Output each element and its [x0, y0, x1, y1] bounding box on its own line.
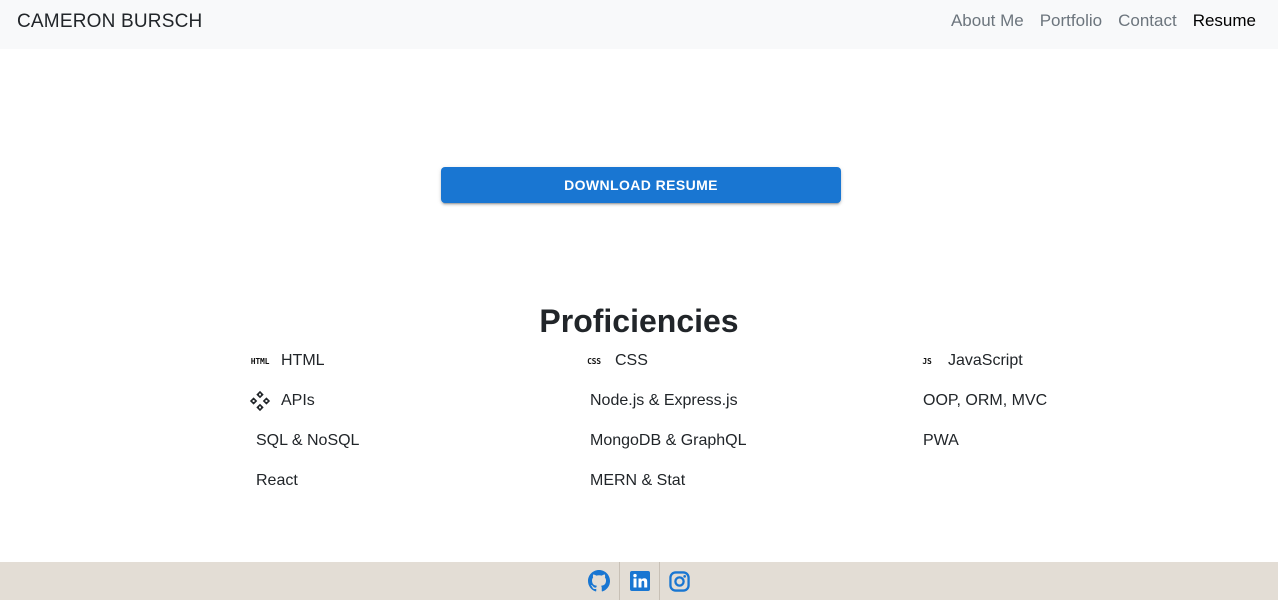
proficiency-item-apis: APIs — [248, 388, 582, 414]
api-icon — [248, 389, 272, 413]
proficiency-label: SQL & NoSQL — [256, 432, 360, 449]
proficiency-item-oop-orm-mvc: OOP, ORM, MVC — [915, 388, 1088, 414]
proficiency-item-node-express: Node.js & Express.js — [582, 388, 915, 414]
nav-about-me[interactable]: About Me — [951, 11, 1024, 31]
proficiency-item-css: CSS CSS — [582, 348, 915, 374]
proficiencies-title: Proficiencies — [539, 303, 739, 339]
proficiency-label: MongoDB & GraphQL — [590, 432, 747, 449]
proficiency-label: OOP, ORM, MVC — [923, 392, 1048, 409]
github-icon — [588, 570, 610, 592]
download-resume-button[interactable]: DOWNLOAD RESUME — [441, 167, 841, 203]
brand-logo[interactable]: CAMERON BURSCH — [17, 11, 202, 33]
proficiency-item-sql-nosql: SQL & NoSQL — [248, 428, 582, 454]
proficiency-item-pwa: PWA — [915, 428, 1088, 454]
nav-links: About Me Portfolio Contact Resume — [951, 11, 1256, 31]
proficiency-label: JavaScript — [948, 352, 1023, 369]
proficiency-label: PWA — [923, 432, 959, 449]
linkedin-icon — [629, 571, 650, 591]
proficiency-label: HTML — [281, 352, 325, 369]
proficiency-item-react: React — [248, 468, 582, 494]
nav-resume[interactable]: Resume — [1193, 11, 1256, 31]
proficiency-label: React — [256, 472, 298, 489]
proficiency-item-mern-stat: MERN & Stat — [582, 468, 915, 494]
linkedin-link[interactable] — [619, 562, 659, 600]
nav-contact[interactable]: Contact — [1118, 11, 1177, 31]
proficiency-label: CSS — [615, 352, 648, 369]
html-icon: HTML — [250, 356, 270, 366]
proficiency-item-html: HTML HTML — [248, 348, 582, 374]
proficiencies-list: HTML HTML CSS CSS JS JavaScript APIs Nod… — [248, 348, 1088, 508]
proficiency-label: APIs — [281, 392, 315, 409]
nav-portfolio[interactable]: Portfolio — [1040, 11, 1102, 31]
footer — [0, 562, 1278, 600]
navbar: CAMERON BURSCH About Me Portfolio Contac… — [0, 0, 1278, 49]
proficiency-label: Node.js & Express.js — [590, 392, 738, 409]
proficiency-item-javascript: JS JavaScript — [915, 348, 1088, 374]
css-icon: CSS — [587, 356, 601, 366]
github-link[interactable] — [579, 562, 619, 600]
proficiency-label: MERN & Stat — [590, 472, 686, 489]
instagram-icon — [669, 570, 690, 592]
javascript-icon: JS — [922, 356, 932, 366]
proficiency-item-mongodb-graphql: MongoDB & GraphQL — [582, 428, 915, 454]
instagram-link[interactable] — [659, 562, 699, 600]
